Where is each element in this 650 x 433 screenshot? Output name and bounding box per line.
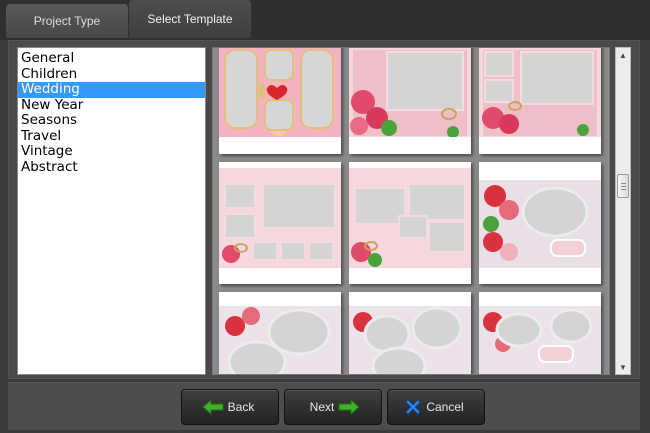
category-item-travel[interactable]: Travel bbox=[18, 128, 205, 145]
category-item-abstract[interactable]: Abstract bbox=[18, 159, 205, 176]
tab-project-type[interactable]: Project Type bbox=[6, 4, 128, 38]
template-thumbnail[interactable] bbox=[219, 292, 341, 374]
scroll-up-arrow-icon[interactable]: ▲ bbox=[616, 48, 630, 62]
cancel-button-label: Cancel bbox=[426, 400, 464, 414]
template-thumbnail[interactable] bbox=[479, 48, 601, 154]
category-item-wedding[interactable]: Wedding bbox=[18, 81, 205, 98]
template-thumbnail[interactable] bbox=[349, 48, 471, 154]
template-thumbnail[interactable] bbox=[219, 48, 341, 154]
x-icon bbox=[404, 398, 422, 416]
template-panel: General Children Wedding New Year Season… bbox=[8, 40, 640, 379]
category-list[interactable]: General Children Wedding New Year Season… bbox=[17, 47, 206, 375]
template-thumbnail[interactable] bbox=[349, 162, 471, 284]
scroll-down-arrow-icon[interactable]: ▼ bbox=[616, 360, 630, 374]
back-button-label: Back bbox=[227, 400, 255, 414]
category-item-vintage[interactable]: Vintage bbox=[18, 143, 205, 160]
template-scrollbar[interactable]: ▲ ▼ bbox=[615, 47, 631, 375]
scrollbar-thumb[interactable] bbox=[617, 174, 629, 198]
tab-select-template[interactable]: Select Template bbox=[129, 0, 251, 38]
template-grid bbox=[212, 47, 610, 375]
template-thumbnail[interactable] bbox=[219, 162, 341, 284]
arrow-right-icon bbox=[338, 399, 361, 415]
template-thumbnail[interactable] bbox=[479, 292, 601, 374]
wizard-button-bar: Back Next Cancel bbox=[8, 382, 640, 430]
category-item-general[interactable]: General bbox=[18, 50, 205, 67]
arrow-left-icon bbox=[201, 399, 224, 415]
next-button[interactable]: Next bbox=[284, 389, 382, 425]
category-item-new-year[interactable]: New Year bbox=[18, 97, 205, 114]
back-button[interactable]: Back bbox=[181, 389, 279, 425]
cancel-button[interactable]: Cancel bbox=[387, 389, 485, 425]
template-thumbnail[interactable] bbox=[479, 162, 601, 284]
next-button-label: Next bbox=[309, 400, 335, 414]
category-item-seasons[interactable]: Seasons bbox=[18, 112, 205, 129]
template-thumbnail[interactable] bbox=[349, 292, 471, 374]
tab-bar: Project Type Select Template bbox=[0, 0, 650, 40]
category-item-children[interactable]: Children bbox=[18, 66, 205, 83]
